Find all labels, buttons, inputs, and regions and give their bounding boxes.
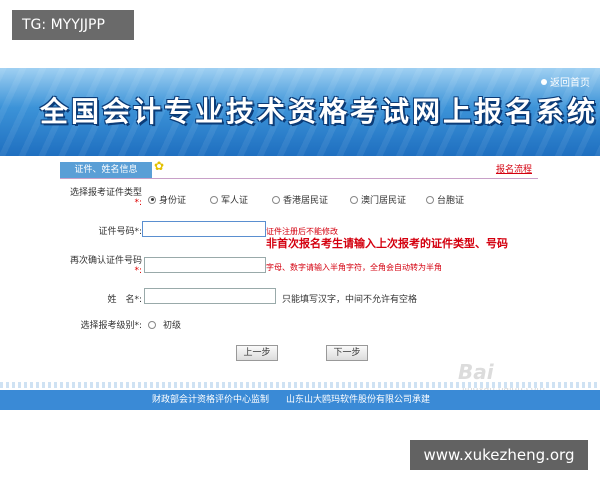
- registration-flow-link[interactable]: 报名流程: [496, 162, 532, 175]
- first-time-notice: 非首次报名考生请输入上次报考的证件类型、号码: [266, 237, 508, 250]
- cert-type-label-text: 选择报考证件类型: [69, 188, 142, 198]
- radio-circle-icon: [350, 195, 358, 204]
- radio-circle-icon: [210, 195, 218, 204]
- home-icon: [541, 78, 547, 85]
- home-link[interactable]: 返回首页: [541, 74, 590, 89]
- cert-number-input[interactable]: [142, 221, 266, 237]
- watermark-bottom-right: www.xukezheng.org: [410, 440, 588, 470]
- footer-sponsor: 财政部会计资格评价中心监制: [152, 395, 270, 405]
- radio-label: 澳门居民证: [361, 196, 407, 206]
- tab-divider: [60, 178, 538, 179]
- home-link-label: 返回首页: [550, 78, 590, 89]
- confirm-cert-label-text: 再次确认证件号码: [69, 256, 142, 266]
- radio-circle-icon: [426, 195, 434, 204]
- radio-label: 身份证: [159, 196, 187, 206]
- radio-circle-icon: [148, 195, 156, 204]
- confirm-cert-label: 再次确认证件号码 *:: [62, 253, 142, 276]
- exam-level-label: 选择报考级别*:: [80, 321, 142, 331]
- radio-circle-icon: [272, 195, 280, 204]
- radio-label: 初级: [163, 321, 182, 331]
- radio-hk-resident[interactable]: 香港居民证: [272, 193, 350, 206]
- radio-id-card[interactable]: 身份证: [148, 193, 210, 206]
- page-title: 全国会计专业技术资格考试网上报名系统: [40, 95, 599, 128]
- footer-divider: [0, 382, 600, 388]
- cert-number-label: 证件号码*:: [98, 227, 142, 237]
- baidu-watermark-logo: Bai: [458, 360, 494, 384]
- confirm-cert-input[interactable]: [144, 257, 266, 273]
- required-mark: *:: [134, 198, 142, 208]
- name-label: 姓 名*:: [107, 295, 142, 305]
- name-input[interactable]: [144, 288, 276, 304]
- footer: 财政部会计资格评价中心监制 山东山大鸥玛软件股份有限公司承建: [0, 390, 600, 410]
- cert-type-radio-group: 身份证 军人证 香港居民证 澳门居民证 台胞证: [148, 193, 486, 206]
- radio-taiwan-compatriot[interactable]: 台胞证: [426, 193, 486, 206]
- radio-circle-icon: [148, 320, 156, 329]
- prev-step-button[interactable]: 上一步: [236, 345, 278, 361]
- star-icon: ✿: [154, 159, 165, 173]
- half-width-note: 字母、数字请输入半角字符，全角会自动转为半角: [266, 263, 442, 272]
- radio-label: 台胞证: [437, 196, 465, 206]
- radio-macau-resident[interactable]: 澳门居民证: [350, 193, 426, 206]
- watermark-top-left: TG: MYYJJPP: [12, 10, 134, 40]
- radio-level-junior[interactable]: 初级: [148, 318, 181, 331]
- footer-vendor: 山东山大鸥玛软件股份有限公司承建: [286, 395, 431, 405]
- radio-label: 军人证: [221, 196, 249, 206]
- required-mark: *:: [134, 266, 142, 276]
- name-note: 只能填写汉字，中间不允许有空格: [282, 295, 418, 305]
- radio-military-card[interactable]: 军人证: [210, 193, 272, 206]
- radio-label: 香港居民证: [283, 196, 329, 206]
- next-step-button[interactable]: 下一步: [326, 345, 368, 361]
- header-banner: 全国会计专业技术资格考试网上报名系统 返回首页: [0, 68, 600, 156]
- tab-cert-name-info[interactable]: 证件、姓名信息: [60, 162, 152, 178]
- cert-type-label: 选择报考证件类型 *:: [62, 185, 142, 208]
